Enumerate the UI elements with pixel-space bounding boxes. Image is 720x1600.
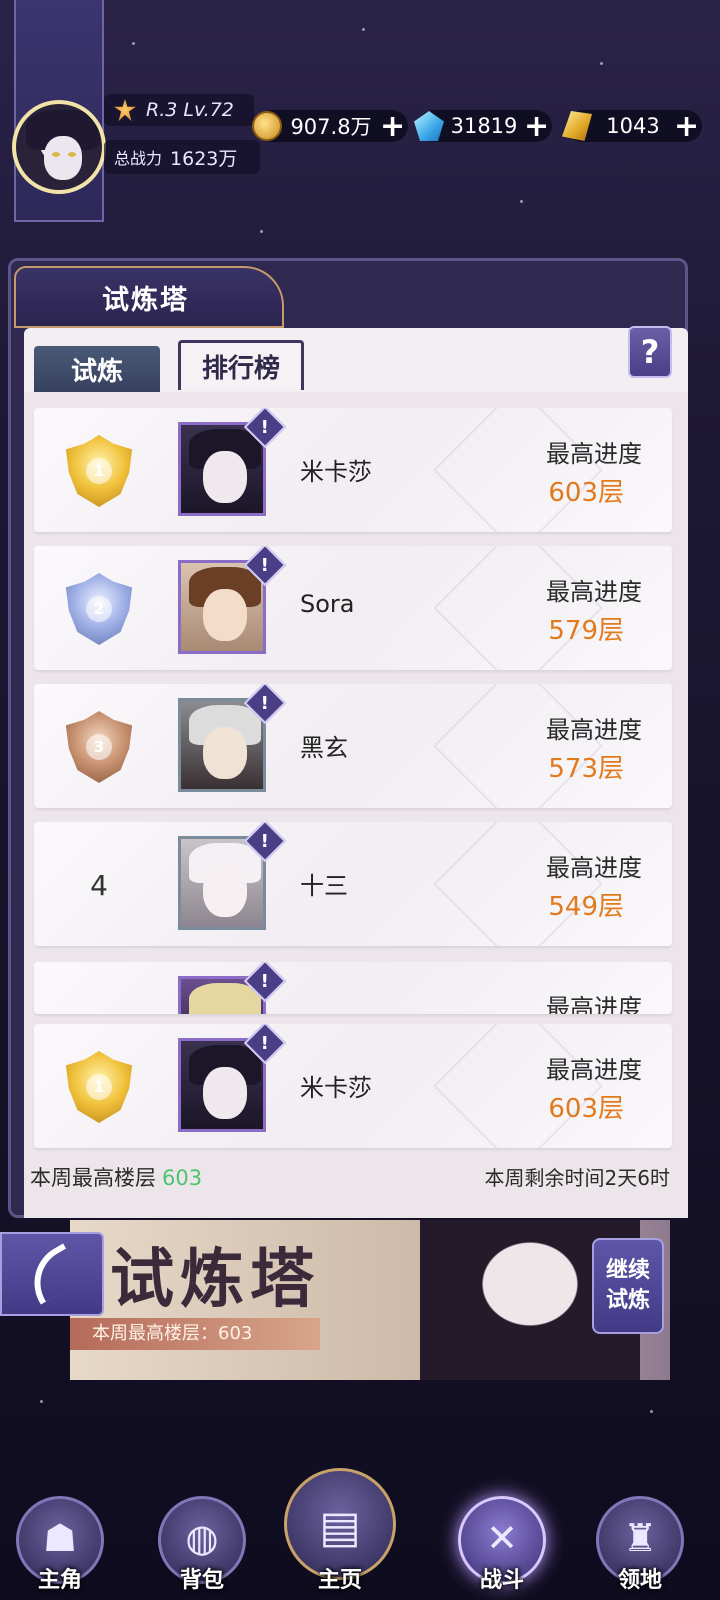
- nav-label: 主页: [317, 1568, 362, 1593]
- nav-hero[interactable]: ☗ 主角: [0, 1440, 120, 1600]
- player-name: Sora: [300, 590, 355, 618]
- currency-value: 907.8万: [290, 115, 372, 139]
- progress-label: 最高进度: [546, 854, 642, 882]
- my-ranking-row[interactable]: 1 ! 米卡莎 最高进度 603层: [34, 1024, 672, 1148]
- player-name: 十三: [300, 872, 348, 900]
- weekly-remaining-time: 本周剩余时间2天6时: [484, 1166, 670, 1190]
- progress-label: 最高进度: [546, 994, 642, 1014]
- tab-leaderboard[interactable]: 排行榜: [178, 340, 304, 390]
- nav-label: 主角: [37, 1568, 82, 1593]
- power-label: 总战力: [114, 149, 163, 168]
- castle-icon: ♜: [622, 1516, 658, 1560]
- ranking-row[interactable]: 3 ! 黑玄 最高进度 573层: [34, 684, 672, 808]
- panel-title: 试炼塔: [102, 284, 189, 316]
- total-power-pill: 总战力 1623万: [104, 140, 260, 174]
- bag-icon: ◍: [185, 1516, 219, 1560]
- nav-bag[interactable]: ◍ 背包: [142, 1440, 262, 1600]
- nav-label: 领地: [617, 1568, 662, 1593]
- rank-cell: 1: [58, 430, 140, 512]
- progress-value: 579层: [548, 616, 624, 646]
- player-name: 米卡莎: [300, 458, 372, 486]
- silver-medal-icon: 2: [65, 573, 133, 645]
- nav-battle[interactable]: ✕ 战斗: [442, 1440, 562, 1600]
- add-crystal-button[interactable]: +: [674, 109, 699, 144]
- weekly-best-value: 603: [162, 1166, 203, 1190]
- progress-label: 最高进度: [546, 1056, 642, 1084]
- rank-level-text: R.3 Lv.72: [146, 99, 234, 121]
- rank-number: 4: [90, 868, 108, 902]
- crossed-swords-icon: ✕: [486, 1516, 518, 1560]
- player-avatar[interactable]: [12, 100, 106, 194]
- gold-coin-icon: [252, 111, 282, 141]
- gold-medal-icon: 1: [65, 1051, 133, 1123]
- banner-floor-text: 本周最高楼层：603: [70, 1318, 320, 1350]
- currency-crystal: 1043 +: [562, 109, 702, 144]
- progress-label: 最高进度: [546, 578, 642, 606]
- ranking-row[interactable]: 2 ! Sora 最高进度 579层: [34, 546, 672, 670]
- rank-cell: 3: [58, 706, 140, 788]
- bronze-medal-icon: 3: [65, 711, 133, 783]
- nav-label: 背包: [179, 1568, 224, 1593]
- gold-medal-icon: 1: [65, 435, 133, 507]
- nav-home[interactable]: ▤ 主页: [280, 1440, 400, 1600]
- bottom-nav: ☗ 主角 ◍ 背包 ▤ 主页 ✕ 战斗 ♜ 领地: [0, 1440, 720, 1600]
- rank-cell: 4: [58, 844, 140, 926]
- progress-label: 最高进度: [546, 716, 642, 744]
- hero-icon: ☗: [42, 1516, 78, 1560]
- add-gold-button[interactable]: +: [380, 109, 405, 144]
- home-book-icon: ▤: [319, 1502, 361, 1553]
- panel-title-tab: 试炼塔: [14, 266, 284, 328]
- banner-title: 试炼塔: [110, 1243, 320, 1317]
- rank-cell: 1: [58, 1046, 140, 1128]
- power-value: 1623万: [170, 147, 238, 170]
- tab-trial[interactable]: 试炼: [34, 346, 160, 392]
- nav-label: 战斗: [479, 1568, 524, 1593]
- currency-value: 1043: [606, 114, 660, 138]
- weekly-best-floor: 本周最高楼层 603: [30, 1166, 203, 1190]
- progress-value: 603层: [548, 478, 624, 508]
- currency-value: 31819: [450, 114, 518, 138]
- rank-level-pill: R.3 Lv.72: [104, 94, 254, 126]
- continue-trial-button[interactable]: 继续 试炼: [592, 1238, 664, 1334]
- gold-crystal-icon: [562, 111, 592, 141]
- progress-value: 573层: [548, 754, 624, 784]
- help-button[interactable]: ?: [628, 326, 672, 378]
- back-button[interactable]: [0, 1232, 104, 1316]
- ranking-row[interactable]: 4 ! 十三 最高进度 549层: [34, 822, 672, 946]
- add-gem-button[interactable]: +: [524, 109, 549, 144]
- rank-cell: 2: [58, 568, 140, 650]
- progress-value: 549层: [548, 892, 624, 922]
- nav-territory[interactable]: ♜ 领地: [580, 1440, 700, 1600]
- player-name: 黑玄: [300, 734, 348, 762]
- blue-gem-icon: [414, 111, 444, 141]
- currency-gold: 907.8万 +: [252, 109, 408, 144]
- back-arrow-icon: [19, 1243, 85, 1305]
- ranking-row[interactable]: 1 ! 米卡莎 最高进度 603层: [34, 408, 672, 532]
- currency-gem: 31819 +: [414, 109, 552, 144]
- progress-label: 最高进度: [546, 440, 642, 468]
- player-name: 米卡莎: [300, 1074, 372, 1102]
- tower-banner-background: 试炼塔 本周最高楼层：603: [70, 1220, 670, 1380]
- ranking-row-partial[interactable]: ! 最高进度: [34, 962, 672, 1014]
- progress-value: 603层: [548, 1094, 624, 1124]
- rank-crown-icon: [114, 99, 136, 121]
